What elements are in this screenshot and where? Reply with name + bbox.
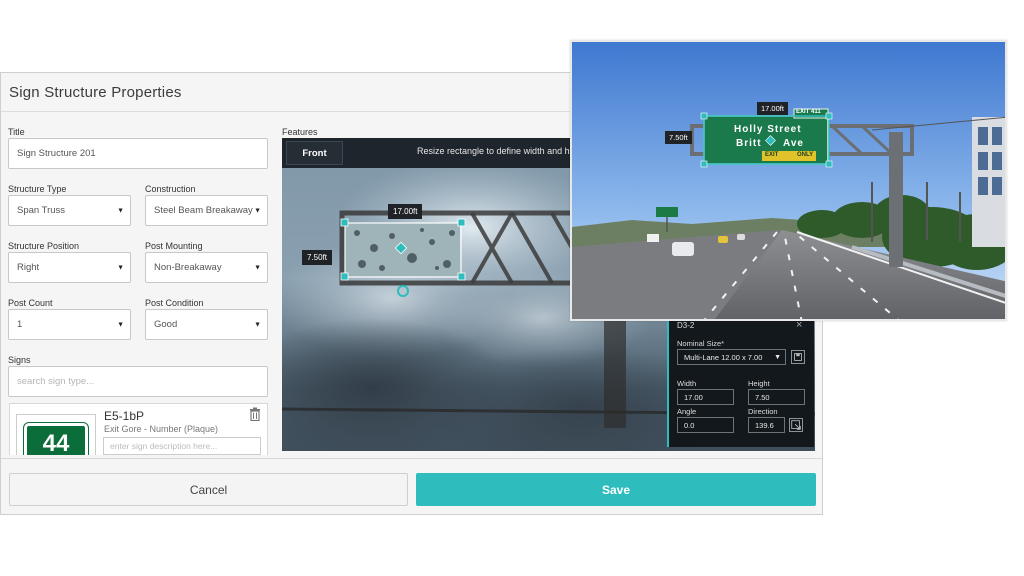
width-value: 17.00 xyxy=(684,392,703,402)
direction-label: Direction xyxy=(748,407,778,416)
direction-value: 139.6 xyxy=(755,420,774,430)
angle-label: Angle xyxy=(677,407,697,416)
post-mounting-label: Post Mounting xyxy=(145,241,203,251)
width-input[interactable]: 17.00 xyxy=(677,389,734,405)
construction-value: Steel Beam Breakaway xyxy=(154,205,253,216)
post-mounting-select[interactable]: Non-Breakaway ▼ xyxy=(145,252,268,283)
structure-position-value: Right xyxy=(17,262,40,273)
chevron-down-icon: ▼ xyxy=(117,264,124,271)
photo-height-tag: 7.50ft xyxy=(665,131,692,144)
direction-picker-icon[interactable] xyxy=(789,418,803,432)
structure-position-select[interactable]: Right ▼ xyxy=(8,252,131,283)
nominal-size-label: Nominal Size* xyxy=(677,339,725,348)
angle-input[interactable]: 0.0 xyxy=(677,417,734,433)
structure-position-label: Structure Position xyxy=(8,241,80,251)
signs-label: Signs xyxy=(8,355,31,365)
construction-label: Construction xyxy=(145,184,196,194)
construction-select[interactable]: Steel Beam Breakaway ▼ xyxy=(145,195,268,226)
height-input[interactable]: 7.50 xyxy=(748,389,805,405)
dialog-title: Sign Structure Properties xyxy=(9,84,182,101)
trash-icon[interactable] xyxy=(248,407,262,421)
street-view-photo: EXIT 411 Holly Street Britt Ave EXIT ONL… xyxy=(570,40,1007,321)
sign-line-street: Holly Street xyxy=(734,124,802,135)
post-mounting-value: Non-Breakaway xyxy=(154,262,222,273)
footer-divider xyxy=(1,458,822,459)
structure-type-value: Span Truss xyxy=(17,205,66,216)
sign-line-britt: Britt xyxy=(736,138,762,149)
height-dimension-tag: 7.50ft xyxy=(302,250,333,265)
sign-properties-panel: D3-2 × Nominal Size* Multi-Lane 12.00 x … xyxy=(667,318,814,447)
title-input[interactable]: Sign Structure 201 xyxy=(8,138,268,169)
structure-type-select[interactable]: Span Truss ▼ xyxy=(8,195,131,226)
title-input-value: Sign Structure 201 xyxy=(17,148,96,159)
sign-thumbnail: 44 xyxy=(16,414,96,455)
front-view-button[interactable]: Front xyxy=(286,141,343,165)
post-condition-value: Good xyxy=(154,319,178,330)
angle-value: 0.0 xyxy=(684,420,695,430)
nominal-size-value: Multi-Lane 12.00 x 7.00 xyxy=(684,352,763,362)
sign-code: E5-1bP xyxy=(104,409,145,423)
chevron-down-icon: ▼ xyxy=(254,264,261,271)
sign-id: D3-2 xyxy=(677,321,695,330)
width-label: Width xyxy=(677,379,697,388)
chevron-down-icon: ▼ xyxy=(117,321,124,328)
post-condition-select[interactable]: Good ▼ xyxy=(145,309,268,340)
chevron-down-icon: ▼ xyxy=(774,353,781,361)
post-count-select[interactable]: 1 ▼ xyxy=(8,309,131,340)
sign-list-item: 44 E5-1bP Exit Gore - Number (Plaque) en… xyxy=(9,403,268,455)
direction-input[interactable]: 139.6 xyxy=(748,417,785,433)
cancel-button[interactable]: Cancel xyxy=(9,473,408,506)
sign-search-input[interactable]: search sign type... xyxy=(8,366,268,397)
sign-search-placeholder: search sign type... xyxy=(17,376,95,387)
post-condition-label: Post Condition xyxy=(145,298,204,308)
structure-type-label: Structure Type xyxy=(8,184,67,194)
chevron-down-icon: ▼ xyxy=(117,207,124,214)
nominal-size-select[interactable]: Multi-Lane 12.00 x 7.00 ▼ xyxy=(677,349,786,365)
exit-number-sign-image: 44 xyxy=(23,422,89,455)
title-label: Title xyxy=(8,127,25,137)
save-size-icon[interactable] xyxy=(791,350,805,364)
sign-shield-number: 44 xyxy=(42,430,70,455)
resize-hint: Resize rectangle to define width and hei… xyxy=(417,146,590,156)
chevron-down-icon: ▼ xyxy=(254,207,261,214)
photo-width-tag: 17.00ft xyxy=(757,102,788,115)
chevron-down-icon: ▼ xyxy=(254,321,261,328)
sign-description: Exit Gore - Number (Plaque) xyxy=(104,424,219,434)
exit-tab: EXIT 411 xyxy=(796,109,821,115)
highway-scene xyxy=(572,42,1005,319)
sign-line-ave: Ave xyxy=(783,138,804,149)
width-dimension-tag: 17.00ft xyxy=(388,204,423,219)
post-count-value: 1 xyxy=(17,319,23,330)
sign-description-placeholder: enter sign description here... xyxy=(110,441,218,451)
height-value: 7.50 xyxy=(755,392,770,402)
features-label: Features xyxy=(282,127,318,137)
exit-only-plaque: ONLY xyxy=(797,152,814,158)
post-count-label: Post Count xyxy=(8,298,53,308)
exit-plaque: EXIT xyxy=(765,152,779,158)
height-label: Height xyxy=(748,379,770,388)
sign-description-input[interactable]: enter sign description here... xyxy=(103,437,261,455)
save-button[interactable]: Save xyxy=(416,473,816,506)
